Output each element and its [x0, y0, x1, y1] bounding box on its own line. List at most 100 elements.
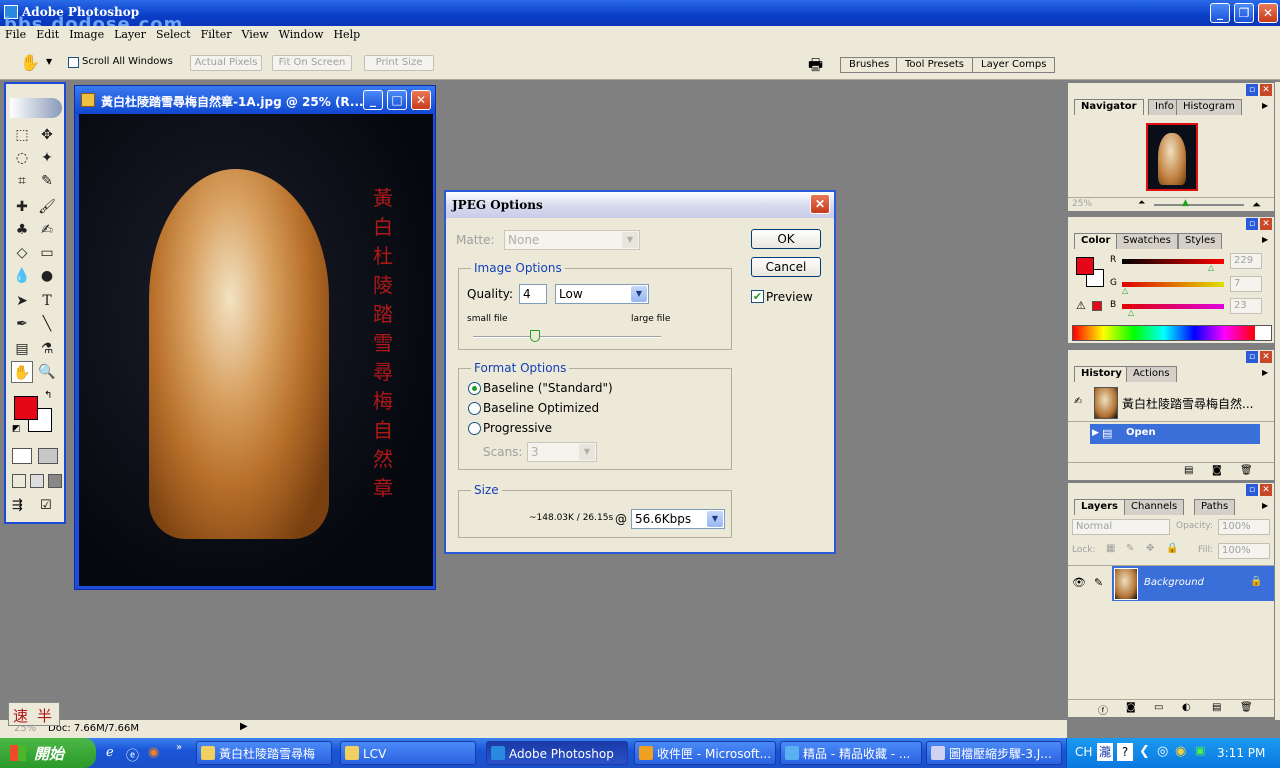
- layer-brush-icon[interactable]: ✎: [1094, 576, 1103, 589]
- palette-menu-icon[interactable]: ▶: [1262, 501, 1268, 510]
- blur-tool-icon[interactable]: 💧: [11, 265, 33, 287]
- color-foreground-swatch[interactable]: [1076, 257, 1094, 275]
- document-title-bar[interactable]: 黃白杜陵踏雪尋梅自然章-1A.jpg @ 25% (R... _ □ ✕: [75, 86, 435, 114]
- default-colors-icon[interactable]: ◩: [12, 424, 21, 434]
- adjustment-layer-icon[interactable]: ◐: [1182, 702, 1191, 713]
- palette-menu-icon[interactable]: ▶: [1262, 368, 1268, 377]
- navigator-proxy-preview[interactable]: [1146, 123, 1198, 191]
- task-browser-collection[interactable]: 精品 - 精品收藏 - ...: [780, 741, 922, 765]
- lock-transparency-icon[interactable]: ▦: [1106, 543, 1115, 554]
- marquee-tool-icon[interactable]: ⬚: [11, 124, 33, 146]
- tab-styles[interactable]: Styles: [1178, 233, 1223, 249]
- scans-select[interactable]: 3 ▼: [527, 442, 597, 462]
- tab-brushes[interactable]: Brushes: [840, 57, 899, 73]
- tab-history[interactable]: History: [1074, 366, 1129, 382]
- menu-filter[interactable]: Filter: [196, 26, 237, 43]
- tab-paths[interactable]: Paths: [1194, 499, 1236, 515]
- menu-window[interactable]: Window: [274, 26, 329, 43]
- lock-all-icon[interactable]: 🔒: [1166, 543, 1178, 554]
- line-tool-icon[interactable]: ╲: [36, 313, 58, 335]
- history-palette-bar[interactable]: ▫ ✕: [1068, 350, 1274, 364]
- task-folder-seal[interactable]: 黃白杜陵踏雪尋梅: [196, 741, 332, 765]
- quicklaunch-media-icon[interactable]: ◉: [148, 745, 159, 760]
- color-spectrum-ramp[interactable]: [1072, 325, 1272, 341]
- menu-file[interactable]: File: [0, 26, 31, 43]
- close-icon[interactable]: ✕: [1260, 218, 1272, 230]
- path-selection-tool-icon[interactable]: ➤: [11, 290, 33, 312]
- zoom-tool-icon[interactable]: 🔍: [36, 361, 58, 383]
- pen-tool-icon[interactable]: ✒: [11, 313, 33, 335]
- fill-input[interactable]: 100%: [1218, 543, 1270, 559]
- menu-select[interactable]: Select: [151, 26, 196, 43]
- palette-menu-icon[interactable]: ▶: [1262, 101, 1268, 110]
- document-canvas[interactable]: 黃白杜陵踏雪尋梅自然章: [79, 114, 433, 586]
- opacity-input[interactable]: 100%: [1218, 519, 1270, 535]
- hand-tool-icon[interactable]: ✋: [20, 53, 40, 72]
- b-slider-track[interactable]: [1122, 304, 1224, 309]
- color-palette-bar[interactable]: ▫ ✕: [1068, 217, 1274, 231]
- dialog-title-bar[interactable]: JPEG Options ✕: [446, 192, 834, 218]
- cancel-button[interactable]: Cancel: [751, 257, 821, 277]
- layers-palette-bar[interactable]: ▫ ✕: [1068, 483, 1274, 497]
- swap-colors-icon[interactable]: ↰: [44, 390, 52, 401]
- tab-navigator[interactable]: Navigator: [1074, 99, 1144, 115]
- minimize-icon[interactable]: ▫: [1246, 218, 1258, 230]
- status-menu-arrow-icon[interactable]: ▶: [240, 721, 248, 732]
- document-minimize-button[interactable]: _: [363, 90, 383, 110]
- language-indicator[interactable]: CH: [1075, 745, 1092, 759]
- ime-halfwidth-button[interactable]: 半: [37, 705, 52, 726]
- b-value-input[interactable]: 23: [1230, 298, 1262, 314]
- feather-logo-icon[interactable]: [10, 98, 62, 118]
- foreground-color-swatch[interactable]: [14, 396, 38, 420]
- preview-checkbox[interactable]: ✔: [751, 290, 764, 303]
- tab-swatches[interactable]: Swatches: [1116, 233, 1178, 249]
- new-document-from-state-icon[interactable]: ▤: [1184, 465, 1193, 476]
- task-outlook-inbox[interactable]: 收件匣 - Microsoft...: [634, 741, 776, 765]
- history-step-row[interactable]: ▶ ▤ Open: [1090, 424, 1260, 444]
- layer-mask-icon[interactable]: ◙: [1126, 702, 1136, 713]
- blend-mode-select[interactable]: Normal: [1072, 519, 1170, 535]
- actual-pixels-button[interactable]: Actual Pixels: [190, 55, 262, 71]
- magic-wand-tool-icon[interactable]: ✦: [36, 147, 58, 169]
- history-brush-tool-icon[interactable]: ✍: [36, 219, 58, 241]
- tab-layers[interactable]: Layers: [1074, 499, 1125, 515]
- task-photoshop[interactable]: Adobe Photoshop: [486, 741, 628, 765]
- g-slider-track[interactable]: [1122, 282, 1224, 287]
- document-maximize-button[interactable]: □: [387, 90, 407, 110]
- ok-button[interactable]: OK: [751, 229, 821, 249]
- new-snapshot-icon[interactable]: ◙: [1212, 465, 1222, 476]
- minimize-icon[interactable]: ▫: [1246, 351, 1258, 363]
- close-icon[interactable]: ✕: [1260, 351, 1272, 363]
- menu-edit[interactable]: Edit: [31, 26, 64, 43]
- matte-select[interactable]: None ▼: [504, 230, 640, 250]
- trash-icon[interactable]: 🗑: [1240, 702, 1253, 713]
- layer-style-icon[interactable]: ⓕ: [1098, 702, 1108, 717]
- scroll-all-windows-checkbox[interactable]: [68, 57, 79, 68]
- dialog-close-button[interactable]: ✕: [810, 194, 830, 214]
- tab-channels[interactable]: Channels: [1124, 499, 1185, 515]
- screen-mode-full-icon[interactable]: [48, 474, 62, 488]
- baseline-optimized-radio[interactable]: [468, 402, 481, 415]
- minimize-button[interactable]: _: [1210, 3, 1230, 23]
- close-icon[interactable]: ✕: [1260, 84, 1272, 96]
- lock-position-icon[interactable]: ✥: [1146, 543, 1154, 554]
- tab-layer-comps[interactable]: Layer Comps: [972, 57, 1056, 73]
- quick-mask-mode-icon[interactable]: [38, 448, 58, 464]
- quality-preset-select[interactable]: Low ▼: [555, 284, 649, 304]
- gradient-tool-icon[interactable]: ▭: [36, 242, 58, 264]
- move-tool-icon[interactable]: ✥: [36, 124, 58, 146]
- document-close-button[interactable]: ✕: [411, 90, 431, 110]
- notes-tool-icon[interactable]: ▤: [11, 338, 33, 360]
- edit-in-imageready-icon[interactable]: ☑: [40, 498, 60, 516]
- quality-slider-track[interactable]: [473, 336, 661, 338]
- ime-mode-button[interactable]: 速: [13, 705, 28, 726]
- g-value-input[interactable]: 7: [1230, 276, 1262, 292]
- tool-preset-chevron-down-icon[interactable]: ▼: [46, 57, 52, 66]
- fit-on-screen-button[interactable]: Fit On Screen: [272, 55, 352, 71]
- navigator-palette-bar[interactable]: ▫ ✕: [1068, 83, 1274, 97]
- r-slider-thumb[interactable]: △: [1208, 263, 1214, 272]
- quicklaunch-browser-icon[interactable]: ⓔ: [126, 745, 139, 764]
- tab-color[interactable]: Color: [1074, 233, 1118, 249]
- history-brush-source-icon[interactable]: ✍: [1074, 396, 1082, 407]
- brush-tool-icon[interactable]: 🖌: [36, 196, 58, 218]
